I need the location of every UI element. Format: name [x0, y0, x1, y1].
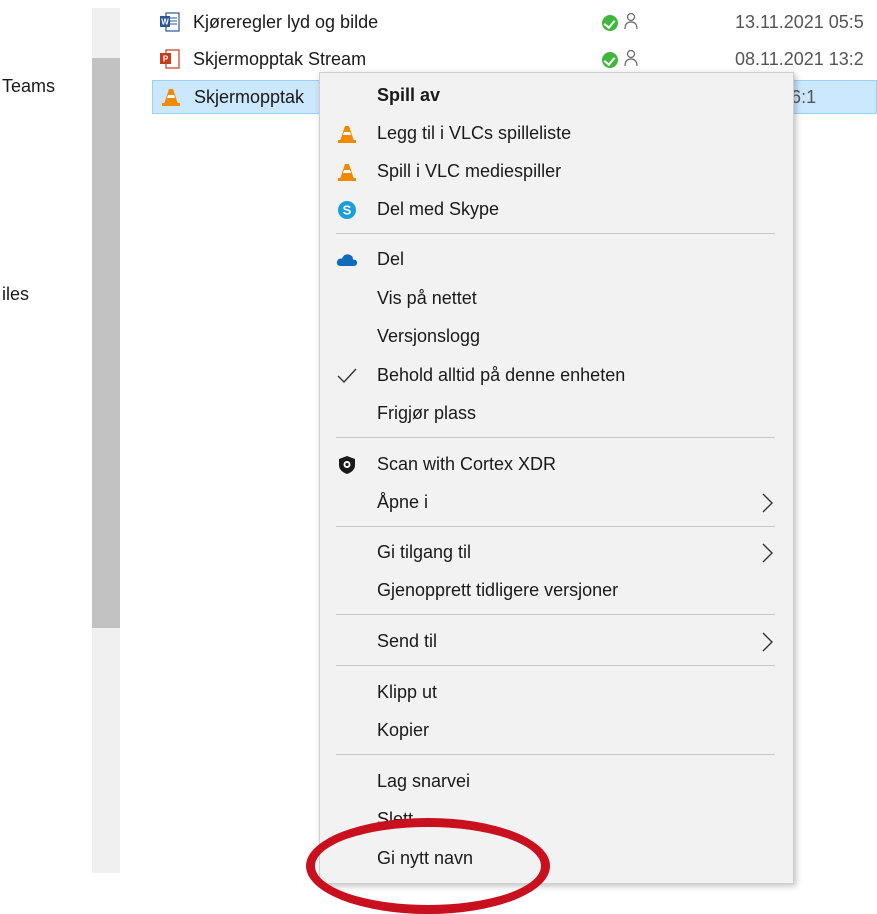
annotation-ellipse: [306, 818, 550, 914]
nav-item-teams[interactable]: Teams: [2, 76, 55, 97]
menu-item-give-access-to[interactable]: Gi tilgang til: [320, 533, 793, 571]
menu-separator: [336, 614, 775, 615]
svg-text:S: S: [343, 203, 352, 218]
vlc-cone-icon: [162, 89, 180, 106]
menu-separator: [336, 233, 775, 234]
context-menu: Spill av Legg til i VLCs spilleliste Spi…: [319, 72, 794, 884]
menu-item-always-keep-on-device[interactable]: Behold alltid på denne enheten: [320, 356, 793, 394]
nav-scrollbar-thumb[interactable]: [92, 58, 120, 628]
sync-status-icon: [602, 52, 618, 68]
menu-item-play-in-vlc[interactable]: Spill i VLC mediespiller: [320, 152, 793, 190]
svg-text:P: P: [163, 55, 169, 64]
menu-item-view-online[interactable]: Vis på nettet: [320, 279, 793, 317]
onedrive-cloud-icon: [336, 249, 358, 271]
nav-item-files[interactable]: iles: [2, 284, 29, 305]
file-date: 08.11.2021 13:2: [735, 49, 864, 69]
chevron-right-icon: [762, 632, 773, 652]
menu-item-open-in[interactable]: Åpne i: [320, 483, 793, 521]
file-name: Kjøreregler lyd og bilde: [193, 12, 379, 32]
menu-item-version-history[interactable]: Versjonslogg: [320, 317, 793, 355]
menu-item-free-up-space[interactable]: Frigjør plass: [320, 394, 793, 432]
menu-item-share-skype[interactable]: S Del med Skype: [320, 190, 793, 228]
vlc-cone-icon: [336, 123, 358, 145]
file-name: Skjermopptak Stream: [193, 49, 367, 69]
sync-status-icon: [602, 15, 618, 31]
menu-item-cut[interactable]: Klipp ut: [320, 673, 793, 711]
word-doc-icon: W: [160, 12, 180, 32]
menu-item-add-to-vlc-playlist[interactable]: Legg til i VLCs spilleliste: [320, 114, 793, 152]
powerpoint-icon: P: [160, 49, 180, 69]
menu-item-copy[interactable]: Kopier: [320, 711, 793, 749]
person-icon: [624, 49, 638, 67]
checkmark-icon: [336, 365, 358, 387]
menu-separator: [336, 526, 775, 527]
vlc-cone-icon: [336, 161, 358, 183]
menu-item-scan-cortex-xdr[interactable]: Scan with Cortex XDR: [320, 445, 793, 483]
file-date: 13.11.2021 05:5: [735, 12, 864, 32]
menu-item-play[interactable]: Spill av: [320, 76, 793, 114]
shield-icon: [336, 454, 358, 476]
skype-icon: S: [336, 199, 358, 221]
menu-item-restore-previous-versions[interactable]: Gjenopprett tidligere versjoner: [320, 571, 793, 609]
chevron-right-icon: [762, 493, 773, 513]
file-row[interactable]: W Kjøreregler lyd og bilde 13.11.2021 05…: [152, 6, 877, 40]
file-name: Skjermopptak: [194, 87, 305, 107]
svg-text:W: W: [161, 18, 169, 27]
menu-separator: [336, 437, 775, 438]
menu-separator: [336, 665, 775, 666]
chevron-right-icon: [762, 543, 773, 563]
menu-separator: [336, 754, 775, 755]
menu-item-share[interactable]: Del: [320, 240, 793, 278]
menu-item-create-shortcut[interactable]: Lag snarvei: [320, 762, 793, 800]
menu-item-send-to[interactable]: Send til: [320, 622, 793, 660]
person-icon: [624, 12, 638, 30]
